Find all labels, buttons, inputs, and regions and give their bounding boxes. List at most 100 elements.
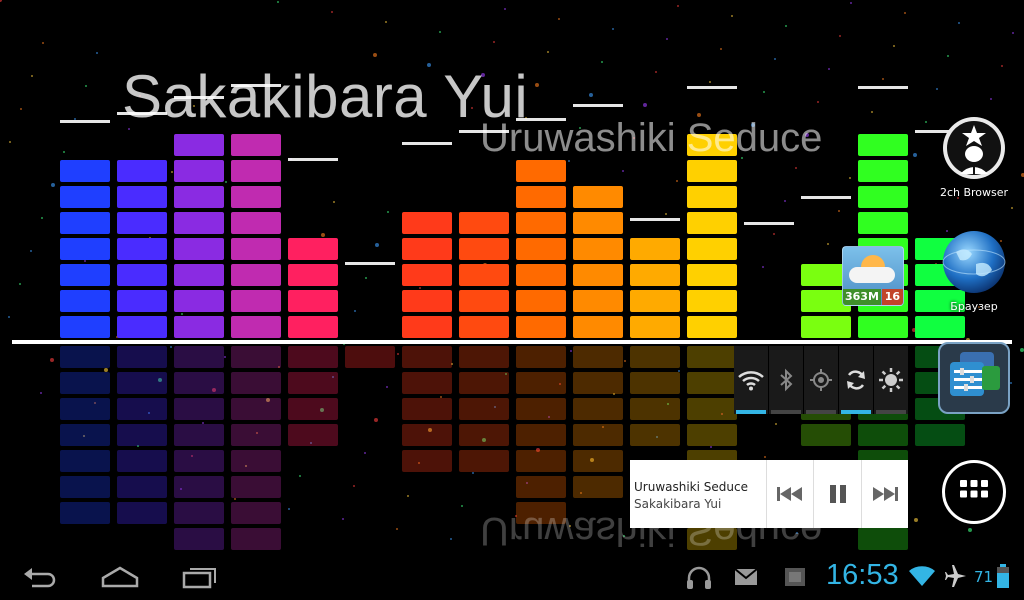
equalizer-segment: [60, 290, 110, 312]
shortcut-2ch-browser[interactable]: 2ch Browser: [934, 116, 1014, 199]
star-particle: [893, 45, 895, 47]
pause-icon: [829, 485, 846, 503]
equalizer-peak: [687, 86, 737, 89]
folder-apps-icon: [950, 352, 1000, 396]
star-particle: [234, 498, 236, 500]
star-particle: [882, 78, 884, 80]
equalizer-reflection-segment: [630, 398, 680, 420]
star-particle: [353, 485, 355, 487]
star-particle: [677, 5, 679, 7]
star-particle: [104, 368, 108, 372]
equalizer-segment: [573, 238, 623, 260]
star-particle: [914, 518, 918, 522]
star-particle: [764, 456, 766, 458]
equalizer-reflection-segment: [288, 398, 338, 420]
equalizer-reflection-segment: [117, 398, 167, 420]
gps-toggle[interactable]: [804, 346, 839, 414]
star-particle: [720, 48, 722, 50]
equalizer-segment: [402, 290, 452, 312]
equalizer-peak: [60, 120, 110, 123]
equalizer-segment: [459, 316, 509, 338]
equalizer-reflection-segment: [174, 346, 224, 368]
equalizer-reflection-segment: [117, 502, 167, 524]
equalizer-reflection-segment: [516, 398, 566, 420]
weather-right-value: 16: [881, 289, 903, 305]
equalizer-segment: [174, 316, 224, 338]
pause-button[interactable]: [813, 460, 860, 528]
app-drawer-button[interactable]: [942, 460, 1006, 524]
equalizer-reflection-segment: [231, 450, 281, 472]
equalizer-segment: [231, 290, 281, 312]
equalizer-segment: [687, 186, 737, 208]
previous-button[interactable]: [766, 460, 813, 528]
star-particle: [904, 12, 906, 14]
star-particle: [419, 287, 421, 289]
mail-icon[interactable]: [734, 568, 758, 586]
equalizer-reflection-segment: [174, 398, 224, 420]
equalizer-reflection-segment: [231, 346, 281, 368]
equalizer-reflection-segment: [687, 346, 737, 368]
star-particle: [1011, 207, 1013, 209]
equalizer-baseline: [12, 340, 1012, 344]
star-particle: [839, 35, 841, 37]
equalizer-segment: [858, 134, 908, 156]
equalizer-reflection-segment: [630, 346, 680, 368]
next-button[interactable]: [860, 460, 908, 528]
equalizer-reflection-segment: [402, 398, 452, 420]
weather-widget[interactable]: 363M 16: [842, 246, 904, 306]
equalizer-segment: [573, 264, 623, 286]
equalizer-reflection-segment: [573, 346, 623, 368]
equalizer-segment: [915, 316, 965, 338]
equalizer-reflection-segment: [60, 450, 110, 472]
equalizer-peak: [801, 196, 851, 199]
star-particle: [299, 475, 301, 477]
notification-icon[interactable]: [784, 567, 806, 587]
star-particle: [827, 243, 829, 245]
star-particle: [450, 538, 452, 540]
shortcut-browser[interactable]: Браузер: [934, 230, 1014, 313]
star-particle: [828, 68, 830, 70]
recent-apps-button[interactable]: [182, 564, 218, 590]
equalizer-reflection-segment: [174, 476, 224, 498]
equalizer-reflection-segment: [60, 502, 110, 524]
sync-toggle[interactable]: [839, 346, 874, 414]
bluetooth-toggle[interactable]: [769, 346, 804, 414]
equalizer-reflection-segment: [573, 424, 623, 446]
brightness-icon: [879, 368, 903, 392]
star-particle: [785, 25, 787, 27]
star-particle: [321, 233, 325, 237]
equalizer-reflection-segment: [60, 346, 110, 368]
gps-icon: [810, 369, 832, 391]
equalizer-segment: [117, 316, 167, 338]
star-particle: [288, 508, 290, 510]
equalizer-reflection-segment: [402, 450, 452, 472]
star-particle: [795, 167, 797, 169]
star-particle: [386, 386, 388, 388]
back-button[interactable]: [22, 564, 58, 590]
star-particle: [30, 250, 32, 252]
wifi-toggle[interactable]: [734, 346, 769, 414]
music-track-info[interactable]: Uruwashiki Seduce Sakakibara Yui: [630, 460, 766, 528]
star-particle: [666, 38, 668, 40]
star-particle: [41, 217, 43, 219]
star-particle: [624, 360, 626, 362]
star-particle: [913, 153, 917, 157]
star-particle: [678, 370, 680, 372]
equalizer-reflection-segment: [573, 476, 623, 498]
equalizer-segment: [174, 264, 224, 286]
equalizer-reflection-segment: [516, 450, 566, 472]
equalizer-reflection-segment: [174, 502, 224, 524]
equalizer-segment: [630, 290, 680, 312]
equalizer-segment: [60, 186, 110, 208]
star-particle: [84, 260, 86, 262]
headphones-icon[interactable]: [686, 566, 712, 590]
status-clock[interactable]: 16:53: [826, 559, 899, 592]
equalizer-reflection-segment: [630, 424, 680, 446]
equalizer-reflection-segment: [174, 424, 224, 446]
brightness-toggle[interactable]: [874, 346, 908, 414]
equalizer-reflection-segment: [231, 398, 281, 420]
home-button[interactable]: [100, 564, 140, 590]
anonymous-mask-icon: [943, 117, 1005, 179]
equalizer-segment: [630, 316, 680, 338]
app-folder[interactable]: [938, 342, 1010, 414]
